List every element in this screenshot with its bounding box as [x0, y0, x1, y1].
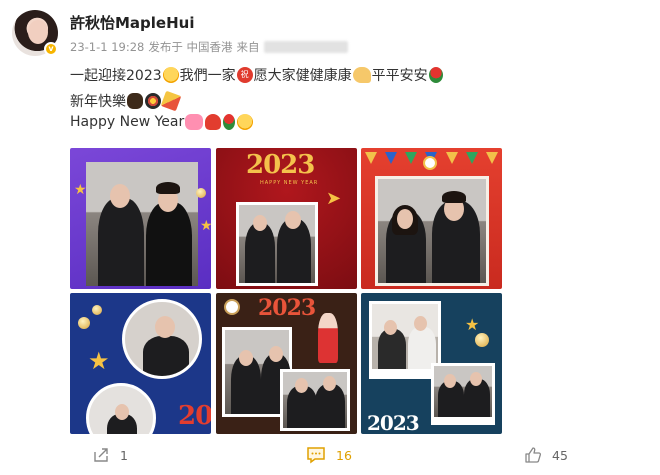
image-thumbnail[interactable]: ★ ★: [70, 148, 211, 289]
star-icon: ★: [74, 182, 87, 198]
post-time[interactable]: 23-1-1 19:28: [70, 40, 144, 54]
person-hair: [156, 182, 180, 194]
rose-emoji-icon: [223, 114, 236, 130]
wish-emoji-icon: 祝: [236, 67, 253, 83]
polaroid-photo: [431, 363, 495, 425]
post-text-line-2: 新年快樂: [70, 90, 182, 112]
comment-button[interactable]: 16: [306, 446, 352, 464]
photo: [375, 176, 489, 286]
person-hair: [442, 191, 466, 203]
ornament-icon: [475, 333, 489, 347]
post-text-line-3: Happy New Year: [70, 114, 254, 130]
text-segment: 一起迎接2023: [70, 68, 162, 84]
year-text: 20: [178, 401, 211, 431]
image-grid: ★ ★ 2023 HAPPY NEW YEAR ➤ ★ 20 2023 ★ 20…: [70, 148, 502, 434]
comment-icon: [306, 446, 326, 464]
person-head: [295, 378, 308, 393]
post-source-label: 来自: [236, 40, 260, 54]
person-head: [323, 376, 336, 391]
text-segment: Happy New Year: [70, 114, 185, 130]
share-icon: [92, 446, 110, 464]
ornament-icon: [78, 317, 90, 329]
muscle-emoji-icon: [352, 67, 371, 83]
person: [143, 336, 189, 376]
post-text-line-1: 一起迎接2023 我們一家 祝 愿大家健健康康 平平安安: [70, 65, 444, 85]
image-thumbnail[interactable]: ★ 20: [70, 293, 211, 434]
text-segment: 愿大家健健康康: [253, 68, 352, 84]
person: [245, 223, 275, 283]
weibo-post: v 許秋怡MapleHui 23-1-1 19:28 发布于 中国香港 来自 一…: [0, 0, 660, 475]
text-segment: 平平安安: [371, 68, 428, 84]
thumbs-up-icon: [524, 446, 542, 464]
like-count: 45: [552, 447, 568, 463]
heart-emoji-icon: [205, 114, 222, 130]
photo: [280, 369, 350, 431]
person-head: [253, 215, 267, 231]
person-head: [444, 374, 456, 388]
image-thumbnail[interactable]: 2023 HAPPY NEW YEAR ➤: [216, 148, 357, 289]
avatar-face: [28, 20, 48, 44]
person-head: [239, 350, 253, 366]
blurred-source: [263, 41, 348, 53]
photo: [86, 162, 198, 286]
person-head: [384, 320, 397, 335]
image-thumbnail[interactable]: [361, 148, 502, 289]
star-icon: ★: [88, 347, 110, 375]
verified-badge-icon: v: [44, 42, 58, 56]
year-2023-text: 2023: [258, 295, 316, 321]
action-bar: 1 16 45: [0, 442, 660, 470]
username[interactable]: 許秋怡MapleHui: [70, 12, 194, 33]
post-location: 发布于 中国香港: [148, 40, 233, 54]
person: [378, 329, 406, 369]
ornament-icon: [92, 305, 102, 315]
like-button[interactable]: 45: [524, 446, 568, 464]
party-girl-illustration: [318, 313, 338, 363]
post-meta: 23-1-1 19:28 发布于 中国香港 来自: [70, 39, 348, 55]
star-icon: ★: [200, 218, 211, 234]
horse-emoji-icon: [127, 93, 143, 109]
person-head: [397, 209, 413, 229]
comment-count: 16: [336, 447, 352, 463]
clock-icon: [423, 156, 437, 170]
person: [146, 202, 192, 286]
star-icon: ★: [465, 315, 480, 334]
image-thumbnail[interactable]: 2023: [216, 293, 357, 434]
share-button[interactable]: 1: [92, 446, 128, 464]
person-head: [155, 316, 175, 338]
photo: [236, 202, 318, 286]
person-head: [115, 404, 129, 420]
hearts-emoji-icon: [185, 114, 204, 130]
balloon-icon: [196, 188, 206, 198]
share-count: 1: [120, 447, 128, 463]
fireworks-emoji-icon: [145, 93, 161, 109]
year-2023-text: 2023: [246, 150, 315, 180]
rose-emoji-icon: [428, 67, 443, 83]
party-popper-emoji-icon: [160, 90, 182, 112]
person-head: [414, 316, 427, 331]
person-head: [470, 372, 482, 386]
photo-circle: [86, 383, 156, 434]
kiss-emoji-icon: [237, 114, 254, 130]
hug-emoji-icon: [162, 67, 179, 83]
person: [98, 198, 144, 286]
text-segment: 我們一家: [179, 68, 236, 84]
person-head: [269, 346, 283, 362]
person-head: [110, 184, 130, 208]
text-segment: 新年快樂: [70, 94, 126, 110]
person-head: [285, 211, 301, 229]
clock-icon: [224, 299, 240, 315]
photo-circle: [122, 299, 202, 379]
happy-new-year-text: HAPPY NEW YEAR: [260, 180, 319, 186]
year-2023-text: 2023: [367, 411, 420, 434]
image-thumbnail[interactable]: ★ 2023: [361, 293, 502, 434]
star-icon: ➤: [326, 188, 342, 209]
